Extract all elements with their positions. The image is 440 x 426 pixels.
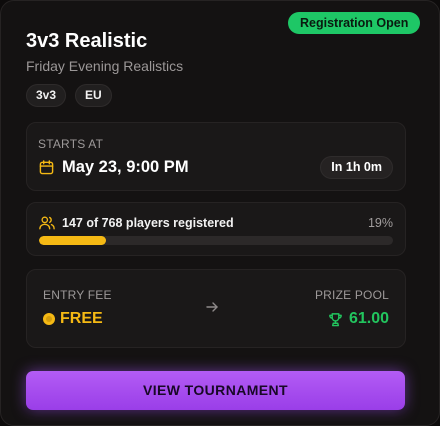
starts-at-label: STARTS AT <box>38 137 104 151</box>
prize-panel: ENTRY FEE FREE PRIZE POOL 61.00 <box>26 269 406 348</box>
registration-progress-fill <box>39 236 107 245</box>
prize-pool-value: 61.00 <box>348 310 389 327</box>
registration-panel: 147 of 768 players registered 19% <box>26 202 406 256</box>
trophy-icon <box>329 312 342 326</box>
users-icon <box>39 216 55 230</box>
start-time-panel: STARTS AT May 23, 9:00 PM In 1h 0m <box>26 122 406 191</box>
view-tournament-button[interactable]: VIEW TOURNAMENT <box>26 371 405 410</box>
players-registered-text: 147 of 768 players registered <box>62 216 234 230</box>
arrow-right-icon <box>206 302 218 312</box>
entry-fee-value-group: FREE <box>43 310 103 328</box>
prize-pool-label: PRIZE POOL <box>314 288 389 302</box>
tag-format: 3v3 <box>26 84 67 107</box>
tournament-card: Registration Open 3v3 Realistic Friday E… <box>0 0 440 426</box>
calendar-icon <box>39 160 54 175</box>
countdown-badge: In 1h 0m <box>320 156 393 179</box>
tag-region: EU <box>75 84 112 107</box>
coin-icon <box>43 313 55 325</box>
entry-fee-label: ENTRY FEE <box>43 288 112 302</box>
registration-progress-bar <box>39 236 393 245</box>
entry-fee-value: FREE <box>60 310 103 327</box>
prize-pool-value-group: 61.00 <box>328 310 389 328</box>
registration-percent: 19% <box>367 216 393 230</box>
registration-status-badge: Registration Open <box>288 12 421 34</box>
tag-list: 3v3 EU <box>26 84 112 107</box>
tournament-subtitle: Friday Evening Realistics <box>26 58 184 74</box>
start-date: May 23, 9:00 PM <box>62 158 189 176</box>
tournament-title: 3v3 Realistic <box>26 30 148 52</box>
